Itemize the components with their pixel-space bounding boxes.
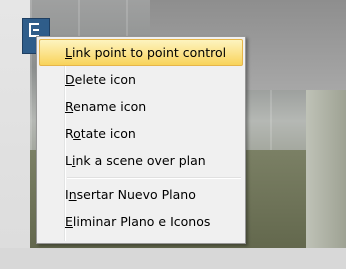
menu-item-mnemonic: E	[65, 214, 73, 229]
menu-item-label: ename icon	[73, 99, 147, 114]
screen: Link point to point control Delete icon …	[0, 0, 346, 269]
scene-right-shade	[306, 90, 346, 269]
context-menu: Link point to point control Delete icon …	[36, 36, 246, 244]
menu-separator	[67, 174, 243, 181]
menu-item-label: sertar Nuevo Plano	[76, 187, 196, 202]
menu-item-label: liminar Plano e Iconos	[72, 214, 211, 229]
menu-item-label: elete icon	[74, 72, 136, 87]
menu-item-label: nk a scene over plan	[75, 153, 206, 168]
menu-item-eliminar-plano-e-iconos[interactable]: Eliminar Plano e Iconos	[39, 208, 243, 235]
menu-item-rename-icon[interactable]: Rename icon	[39, 93, 243, 120]
menu-item-label: ink point to point control	[71, 45, 227, 60]
menu-item-mnemonic: o	[73, 126, 81, 141]
menu-item-link-point-to-point-control[interactable]: Link point to point control	[39, 39, 243, 66]
menu-item-prefix: R	[65, 126, 74, 141]
menu-item-mnemonic: D	[65, 72, 75, 87]
menu-item-label: tate icon	[80, 126, 136, 141]
menu-item-mnemonic: L	[65, 45, 72, 60]
plan-marker-glyph	[29, 23, 39, 37]
menu-item-mnemonic: n	[68, 187, 77, 202]
menu-item-link-scene-over-plan[interactable]: Link a scene over plan	[39, 147, 243, 174]
menu-item-rotate-icon[interactable]: Rotate icon	[39, 120, 243, 147]
menu-item-prefix: L	[65, 153, 72, 168]
menu-item-delete-icon[interactable]: Delete icon	[39, 66, 243, 93]
bottom-strip	[0, 248, 346, 269]
menu-item-mnemonic: R	[65, 99, 74, 114]
menu-item-insertar-nuevo-plano[interactable]: Insertar Nuevo Plano	[39, 181, 243, 208]
